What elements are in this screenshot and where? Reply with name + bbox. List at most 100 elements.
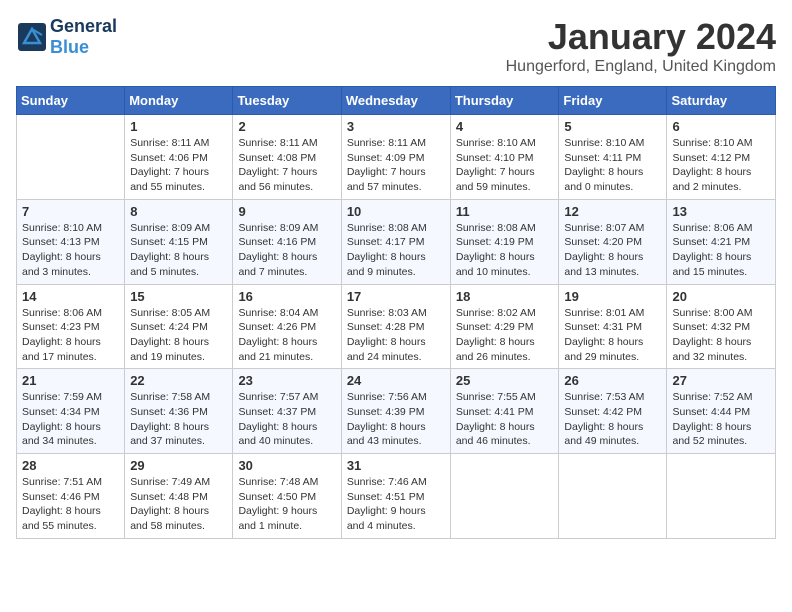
column-header-friday: Friday: [559, 87, 667, 115]
day-content: Sunrise: 7:55 AM Sunset: 4:41 PM Dayligh…: [456, 390, 554, 449]
day-number: 20: [672, 289, 770, 304]
calendar-cell: 24 Sunrise: 7:56 AM Sunset: 4:39 PM Dayli…: [341, 369, 450, 454]
day-number: 28: [22, 458, 119, 473]
day-number: 14: [22, 289, 119, 304]
calendar-cell: 30Sunrise: 7:48 AM Sunset: 4:50 PM Dayli…: [233, 454, 341, 539]
day-content: Sunrise: 7:51 AM Sunset: 4:46 PM Dayligh…: [22, 475, 119, 534]
day-number: 12: [564, 204, 661, 219]
calendar-cell: 21Sunrise: 7:59 AM Sunset: 4:34 PM Dayli…: [17, 369, 125, 454]
day-content: Sunrise: 8:06 AM Sunset: 4:21 PM Dayligh…: [672, 221, 770, 280]
day-content: Sunrise: 8:09 AM Sunset: 4:15 PM Dayligh…: [130, 221, 227, 280]
day-content: Sunrise: 7:59 AM Sunset: 4:34 PM Dayligh…: [22, 390, 119, 449]
day-content: Sunrise: 7:57 AM Sunset: 4:37 PM Dayligh…: [238, 390, 335, 449]
title-area: January 2024 Hungerford, England, United…: [506, 16, 776, 76]
calendar-cell: 9 Sunrise: 8:09 AM Sunset: 4:16 PM Daylig…: [233, 199, 341, 284]
day-number: 25: [456, 373, 554, 388]
day-content: Sunrise: 8:10 AM Sunset: 4:13 PM Dayligh…: [22, 221, 119, 280]
day-content: Sunrise: 8:06 AM Sunset: 4:23 PM Dayligh…: [22, 306, 119, 365]
calendar-cell: 16 Sunrise: 8:04 AM Sunset: 4:26 PM Dayli…: [233, 284, 341, 369]
day-number: 18: [456, 289, 554, 304]
day-number: 8: [130, 204, 227, 219]
day-content: Sunrise: 8:08 AM Sunset: 4:19 PM Dayligh…: [456, 221, 554, 280]
calendar-cell: 8 Sunrise: 8:09 AM Sunset: 4:15 PM Daylig…: [125, 199, 233, 284]
day-content: Sunrise: 7:56 AM Sunset: 4:39 PM Dayligh…: [347, 390, 445, 449]
day-content: Sunrise: 7:52 AM Sunset: 4:44 PM Dayligh…: [672, 390, 770, 449]
day-number: 19: [564, 289, 661, 304]
day-number: 10: [347, 204, 445, 219]
calendar-subtitle: Hungerford, England, United Kingdom: [506, 58, 776, 76]
calendar-cell: 20Sunrise: 8:00 AM Sunset: 4:32 PM Dayli…: [667, 284, 776, 369]
day-content: Sunrise: 8:10 AM Sunset: 4:12 PM Dayligh…: [672, 136, 770, 195]
day-content: Sunrise: 8:02 AM Sunset: 4:29 PM Dayligh…: [456, 306, 554, 365]
calendar-cell: 10 Sunrise: 8:08 AM Sunset: 4:17 PM Dayli…: [341, 199, 450, 284]
day-content: Sunrise: 7:49 AM Sunset: 4:48 PM Dayligh…: [130, 475, 227, 534]
day-number: 22: [130, 373, 227, 388]
column-header-sunday: Sunday: [17, 87, 125, 115]
calendar-cell: 14 Sunrise: 8:06 AM Sunset: 4:23 PM Dayli…: [17, 284, 125, 369]
day-content: Sunrise: 8:11 AM Sunset: 4:09 PM Dayligh…: [347, 136, 445, 195]
calendar-cell: 11 Sunrise: 8:08 AM Sunset: 4:19 PM Dayli…: [450, 199, 559, 284]
day-content: Sunrise: 8:11 AM Sunset: 4:08 PM Dayligh…: [238, 136, 335, 195]
day-number: 24: [347, 373, 445, 388]
page-header: General Blue January 2024 Hungerford, En…: [16, 16, 776, 76]
calendar-cell: 4Sunrise: 8:10 AM Sunset: 4:10 PM Daylig…: [450, 115, 559, 200]
calendar-cell: 12 Sunrise: 8:07 AM Sunset: 4:20 PM Dayli…: [559, 199, 667, 284]
day-content: Sunrise: 8:05 AM Sunset: 4:24 PM Dayligh…: [130, 306, 227, 365]
calendar-cell: 17Sunrise: 8:03 AM Sunset: 4:28 PM Dayli…: [341, 284, 450, 369]
day-number: 27: [672, 373, 770, 388]
calendar-cell: 18 Sunrise: 8:02 AM Sunset: 4:29 PM Dayli…: [450, 284, 559, 369]
day-content: Sunrise: 8:03 AM Sunset: 4:28 PM Dayligh…: [347, 306, 445, 365]
calendar-table: SundayMondayTuesdayWednesdayThursdayFrid…: [16, 86, 776, 539]
calendar-cell: 7 Sunrise: 8:10 AM Sunset: 4:13 PM Daylig…: [17, 199, 125, 284]
day-number: 6: [672, 119, 770, 134]
day-number: 16: [238, 289, 335, 304]
calendar-cell: [667, 454, 776, 539]
calendar-cell: 27 Sunrise: 7:52 AM Sunset: 4:44 PM Dayli…: [667, 369, 776, 454]
day-number: 11: [456, 204, 554, 219]
calendar-cell: 23 Sunrise: 7:57 AM Sunset: 4:37 PM Dayli…: [233, 369, 341, 454]
column-header-monday: Monday: [125, 87, 233, 115]
day-content: Sunrise: 8:04 AM Sunset: 4:26 PM Dayligh…: [238, 306, 335, 365]
column-header-saturday: Saturday: [667, 87, 776, 115]
day-content: Sunrise: 8:11 AM Sunset: 4:06 PM Dayligh…: [130, 136, 227, 195]
calendar-cell: 25 Sunrise: 7:55 AM Sunset: 4:41 PM Dayli…: [450, 369, 559, 454]
calendar-cell: 3 Sunrise: 8:11 AM Sunset: 4:09 PM Daylig…: [341, 115, 450, 200]
calendar-cell: 28 Sunrise: 7:51 AM Sunset: 4:46 PM Dayli…: [17, 454, 125, 539]
calendar-cell: 29 Sunrise: 7:49 AM Sunset: 4:48 PM Dayli…: [125, 454, 233, 539]
calendar-cell: [17, 115, 125, 200]
day-content: Sunrise: 8:08 AM Sunset: 4:17 PM Dayligh…: [347, 221, 445, 280]
calendar-cell: 2 Sunrise: 8:11 AM Sunset: 4:08 PM Daylig…: [233, 115, 341, 200]
logo-icon: [16, 21, 48, 53]
day-number: 13: [672, 204, 770, 219]
day-number: 4: [456, 119, 554, 134]
day-content: Sunrise: 7:46 AM Sunset: 4:51 PM Dayligh…: [347, 475, 445, 534]
column-header-thursday: Thursday: [450, 87, 559, 115]
calendar-cell: 6 Sunrise: 8:10 AM Sunset: 4:12 PM Daylig…: [667, 115, 776, 200]
calendar-title: January 2024: [506, 16, 776, 58]
day-content: Sunrise: 7:48 AM Sunset: 4:50 PM Dayligh…: [238, 475, 335, 534]
calendar-cell: [450, 454, 559, 539]
calendar-week-row: 21Sunrise: 7:59 AM Sunset: 4:34 PM Dayli…: [17, 369, 776, 454]
day-number: 9: [238, 204, 335, 219]
calendar-cell: 5Sunrise: 8:10 AM Sunset: 4:11 PM Daylig…: [559, 115, 667, 200]
day-number: 15: [130, 289, 227, 304]
day-number: 7: [22, 204, 119, 219]
day-number: 3: [347, 119, 445, 134]
day-number: 23: [238, 373, 335, 388]
day-content: Sunrise: 8:07 AM Sunset: 4:20 PM Dayligh…: [564, 221, 661, 280]
day-number: 31: [347, 458, 445, 473]
day-number: 2: [238, 119, 335, 134]
day-number: 1: [130, 119, 227, 134]
day-content: Sunrise: 7:53 AM Sunset: 4:42 PM Dayligh…: [564, 390, 661, 449]
column-header-wednesday: Wednesday: [341, 87, 450, 115]
calendar-header-row: SundayMondayTuesdayWednesdayThursdayFrid…: [17, 87, 776, 115]
calendar-cell: 26Sunrise: 7:53 AM Sunset: 4:42 PM Dayli…: [559, 369, 667, 454]
calendar-week-row: 1 Sunrise: 8:11 AM Sunset: 4:06 PM Daylig…: [17, 115, 776, 200]
day-content: Sunrise: 8:09 AM Sunset: 4:16 PM Dayligh…: [238, 221, 335, 280]
calendar-cell: 22Sunrise: 7:58 AM Sunset: 4:36 PM Dayli…: [125, 369, 233, 454]
calendar-cell: 1 Sunrise: 8:11 AM Sunset: 4:06 PM Daylig…: [125, 115, 233, 200]
column-header-tuesday: Tuesday: [233, 87, 341, 115]
day-number: 29: [130, 458, 227, 473]
calendar-cell: 13 Sunrise: 8:06 AM Sunset: 4:21 PM Dayli…: [667, 199, 776, 284]
calendar-week-row: 14 Sunrise: 8:06 AM Sunset: 4:23 PM Dayli…: [17, 284, 776, 369]
